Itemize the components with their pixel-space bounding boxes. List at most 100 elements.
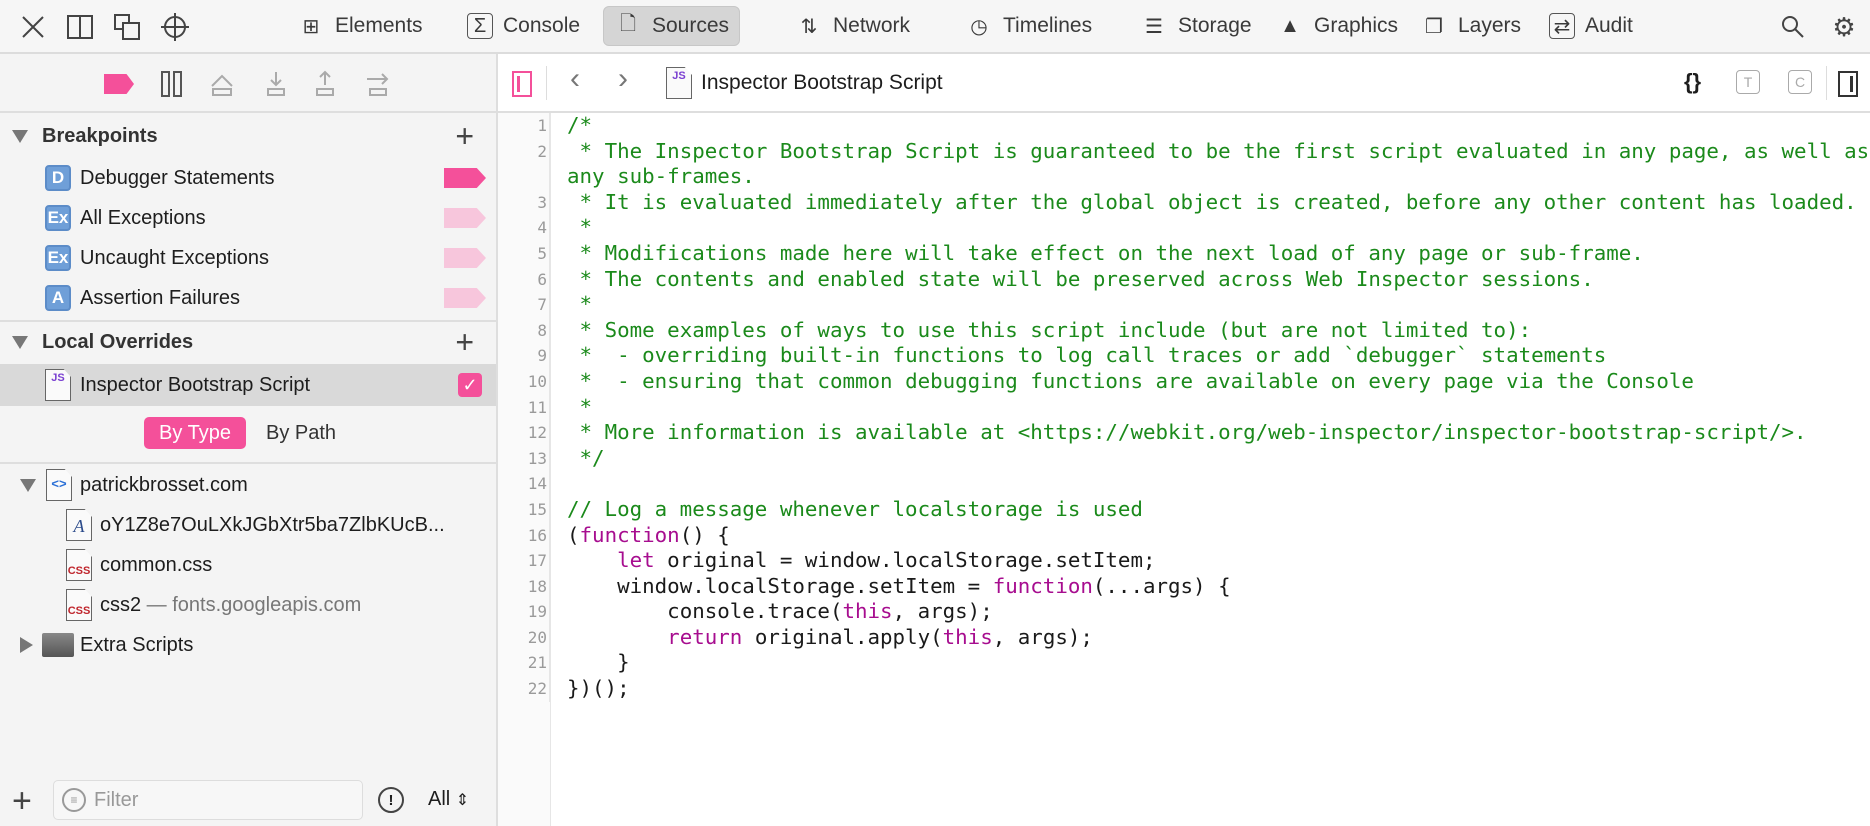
tab-graphics[interactable]: ▲ Graphics <box>1266 6 1408 46</box>
add-override-button[interactable]: + <box>455 326 474 358</box>
toggle-details-sidebar-icon[interactable] <box>1838 71 1858 97</box>
code-token-comment: * Some examples of ways to use this scri… <box>567 317 1532 342</box>
type-profiler-icon[interactable]: T <box>1736 70 1760 94</box>
step-into-icon[interactable] <box>262 70 290 98</box>
code-editor[interactable]: 1/* 2 * The Inspector Bootstrap Script is… <box>498 113 1870 826</box>
code-line: 11 * <box>498 394 1870 421</box>
line-number[interactable]: 21 <box>498 650 550 677</box>
code-token-plain: , args); <box>892 599 993 624</box>
breakpoint-item[interactable]: A Assertion Failures <box>0 278 496 318</box>
line-number[interactable]: 9 <box>498 343 550 369</box>
tab-label: Graphics <box>1314 14 1399 37</box>
search-icon[interactable] <box>1778 12 1808 42</box>
tab-console[interactable]: Σ Console <box>457 6 590 46</box>
line-number[interactable]: 22 <box>498 676 550 702</box>
pause-icon[interactable] <box>158 70 186 98</box>
code-token-keyword: return <box>667 624 743 649</box>
add-breakpoint-button[interactable]: + <box>455 120 474 152</box>
breakpoint-toggle-icon[interactable] <box>444 248 486 268</box>
line-number[interactable]: 16 <box>498 522 550 549</box>
code-token-comment: /* <box>567 113 593 137</box>
code-line: 5 * Modifications made here will take ef… <box>498 240 1870 267</box>
tab-storage[interactable]: ☰ Storage <box>1130 6 1262 46</box>
tree-item-label: patrickbrosset.com <box>80 473 248 496</box>
line-number[interactable]: 1 <box>498 113 550 139</box>
forward-icon[interactable]: › <box>618 62 628 96</box>
disclosure-triangle-icon[interactable] <box>20 637 33 653</box>
tab-audit[interactable]: ⇄ Audit <box>1539 6 1643 46</box>
step-next-icon[interactable] <box>364 70 392 98</box>
override-enabled-checkbox[interactable]: ✓ <box>458 373 482 397</box>
disclosure-triangle-icon[interactable] <box>12 335 28 349</box>
step-out-icon[interactable] <box>311 70 339 98</box>
toggle-navigation-sidebar-icon[interactable] <box>512 71 532 97</box>
code-token-keyword: function <box>992 573 1093 598</box>
step-over-icon[interactable] <box>208 70 236 98</box>
disclosure-triangle-icon[interactable] <box>20 478 36 492</box>
disclosure-triangle-icon[interactable] <box>12 129 28 143</box>
close-icon[interactable] <box>18 12 48 42</box>
undock-icon[interactable] <box>112 12 142 42</box>
line-number[interactable]: 7 <box>498 292 550 318</box>
code-line: 4 * <box>498 215 1870 241</box>
line-number[interactable]: 2 <box>498 138 550 190</box>
code-line: 9 * - overriding built-in functions to l… <box>498 343 1870 369</box>
tab-layers[interactable]: ❐ Layers <box>1410 6 1531 46</box>
add-resource-button[interactable]: + <box>12 782 32 821</box>
code-token-plain: original = window.localStorage.setItem; <box>654 548 1156 573</box>
tree-item[interactable]: CSS common.css <box>0 545 496 585</box>
tree-item-label: css2 <box>100 593 142 616</box>
tree-item[interactable]: AoY1Z8e7OuLXkJGbXtr5ba7ZlbKUcB... <box>0 505 496 545</box>
line-number[interactable]: 12 <box>498 420 550 446</box>
code-token-plain: window.localStorage.setItem = <box>567 573 993 598</box>
line-number[interactable]: 20 <box>498 624 550 651</box>
tree-item[interactable]: CSS css2 — fonts.googleapis.com <box>0 585 496 625</box>
line-number[interactable]: 8 <box>498 317 550 344</box>
group-by-path-button[interactable]: By Path <box>266 417 336 449</box>
breakpoint-item[interactable]: D Debugger Statements <box>0 158 496 198</box>
breakpoint-item[interactable]: Ex Uncaught Exceptions <box>0 238 496 278</box>
breakpoint-item[interactable]: Ex All Exceptions <box>0 198 496 238</box>
tab-bar: ⊞ Elements Σ Console 🗋 Sources ⇅ Network ◷ Timeli… <box>0 0 1870 54</box>
line-number[interactable]: 11 <box>498 394 550 421</box>
line-number[interactable]: 4 <box>498 215 550 241</box>
errors-only-icon[interactable]: ! <box>378 787 404 813</box>
tab-sources[interactable]: 🗋 Sources <box>603 6 741 46</box>
breakpoint-toggle-icon[interactable] <box>444 288 486 308</box>
line-number[interactable]: 10 <box>498 368 550 395</box>
tab-elements[interactable]: ⊞ Elements <box>287 6 433 46</box>
pretty-print-icon[interactable]: {} <box>1684 69 1701 95</box>
line-number[interactable]: 5 <box>498 240 550 267</box>
line-number[interactable]: 14 <box>498 471 550 497</box>
override-item[interactable]: JS Inspector Bootstrap Script ✓ <box>0 364 496 406</box>
filter-icon: ≡ <box>62 788 86 812</box>
graphics-icon: ▲ <box>1280 14 1300 37</box>
code-line: 3 * It is evaluated immediately after th… <box>498 189 1870 216</box>
local-overrides-section-header[interactable]: Local Overrides + <box>0 322 496 362</box>
breakpoints-toggle-icon[interactable] <box>104 74 134 94</box>
line-number[interactable]: 15 <box>498 496 550 523</box>
filter-input[interactable]: ≡ Filter <box>53 780 363 820</box>
breakpoints-section-header[interactable]: Breakpoints + <box>0 116 496 156</box>
code-coverage-icon[interactable]: C <box>1788 70 1812 94</box>
gear-icon[interactable]: ⚙ <box>1829 12 1859 42</box>
line-number[interactable]: 3 <box>498 189 550 216</box>
dock-side-icon[interactable] <box>65 12 95 42</box>
line-number[interactable]: 17 <box>498 548 550 574</box>
group-by-type-button[interactable]: By Type <box>144 417 246 449</box>
breakpoint-toggle-icon[interactable] <box>444 168 486 188</box>
line-number[interactable]: 13 <box>498 445 550 472</box>
line-number[interactable]: 18 <box>498 573 550 600</box>
breakpoint-toggle-icon[interactable] <box>444 208 486 228</box>
element-picker-icon[interactable] <box>160 12 190 42</box>
tree-root-item[interactable]: <> patrickbrosset.com <box>0 465 496 505</box>
code-line: 7 * <box>498 292 1870 318</box>
scope-select[interactable]: All ⇕ <box>428 788 469 811</box>
back-icon[interactable]: ‹ <box>570 62 580 96</box>
tab-timelines[interactable]: ◷ Timelines <box>955 6 1102 46</box>
line-number[interactable]: 6 <box>498 266 550 293</box>
tab-network[interactable]: ⇅ Network <box>785 6 920 46</box>
line-number[interactable]: 19 <box>498 599 550 625</box>
folder-item[interactable]: Extra Scripts <box>0 625 496 665</box>
